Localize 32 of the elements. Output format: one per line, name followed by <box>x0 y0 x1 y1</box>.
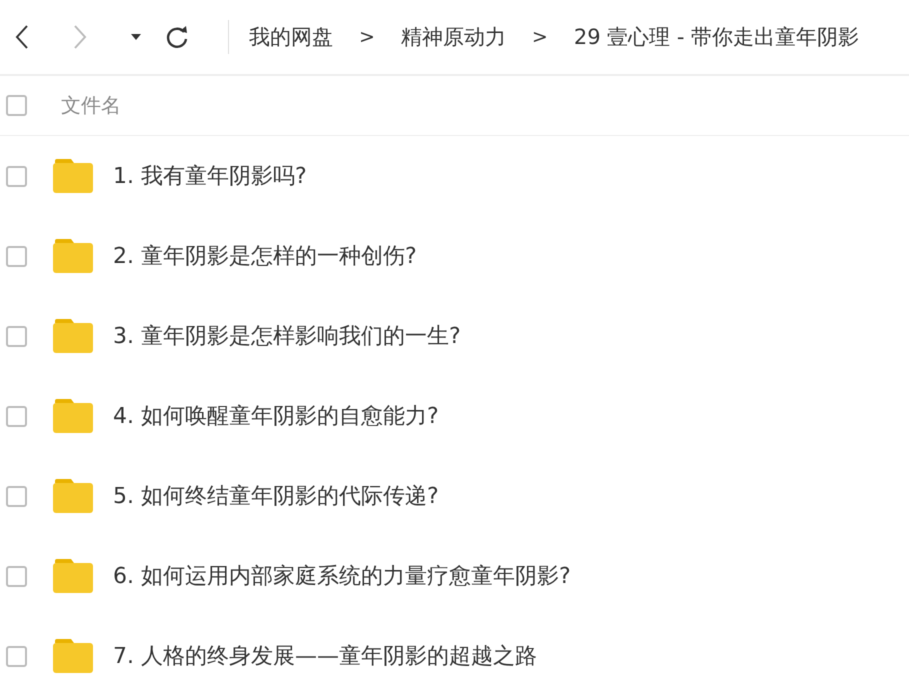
folder-name[interactable]: 4. 如何唤醒童年阴影的自愈能力? <box>113 401 439 431</box>
file-checkbox[interactable] <box>6 326 27 346</box>
chevron-right-icon <box>72 24 88 50</box>
breadcrumb-separator: > <box>359 26 375 48</box>
folder-icon <box>53 319 93 353</box>
column-header[interactable]: 文件名 <box>61 92 121 119</box>
file-checkbox[interactable] <box>6 406 27 426</box>
folder-name[interactable]: 3. 童年阴影是怎样影响我们的一生? <box>113 321 461 351</box>
caret-icon <box>130 33 142 41</box>
folder-icon <box>53 239 93 273</box>
file-checkbox[interactable] <box>6 566 27 586</box>
folder-icon <box>53 559 93 593</box>
folder-icon <box>53 479 93 513</box>
folder-icon <box>53 159 93 193</box>
breadcrumb-separator: > <box>532 26 548 48</box>
breadcrumb-link[interactable]: 精神原动力 <box>400 23 506 51</box>
folder-name[interactable]: 6. 如何运用内部家庭系统的力量疗愈童年阴影? <box>113 561 571 591</box>
chevron-left-icon <box>14 24 30 50</box>
breadcrumb-link[interactable]: 29 壹心理 - 带你走出童年阴影 <box>574 23 860 51</box>
folder-icon <box>53 639 93 673</box>
refresh-icon <box>164 24 190 50</box>
folder-icon <box>53 399 93 433</box>
file-checkbox[interactable] <box>6 646 27 666</box>
folder-name[interactable]: 2. 童年阴影是怎样的一种创伤? <box>113 241 417 271</box>
file-checkbox[interactable] <box>6 486 27 506</box>
file-checkbox[interactable] <box>6 246 27 266</box>
folder-name[interactable]: 7. 人格的终身发展——童年阴影的超越之路 <box>113 641 537 671</box>
folder-name[interactable]: 1. 我有童年阴影吗? <box>113 161 307 191</box>
select-all-checkbox[interactable] <box>6 95 27 116</box>
file-checkbox[interactable] <box>6 166 27 186</box>
folder-name[interactable]: 5. 如何终结童年阴影的代际传递? <box>113 481 439 511</box>
breadcrumb-link[interactable]: 我的网盘 <box>249 23 333 51</box>
